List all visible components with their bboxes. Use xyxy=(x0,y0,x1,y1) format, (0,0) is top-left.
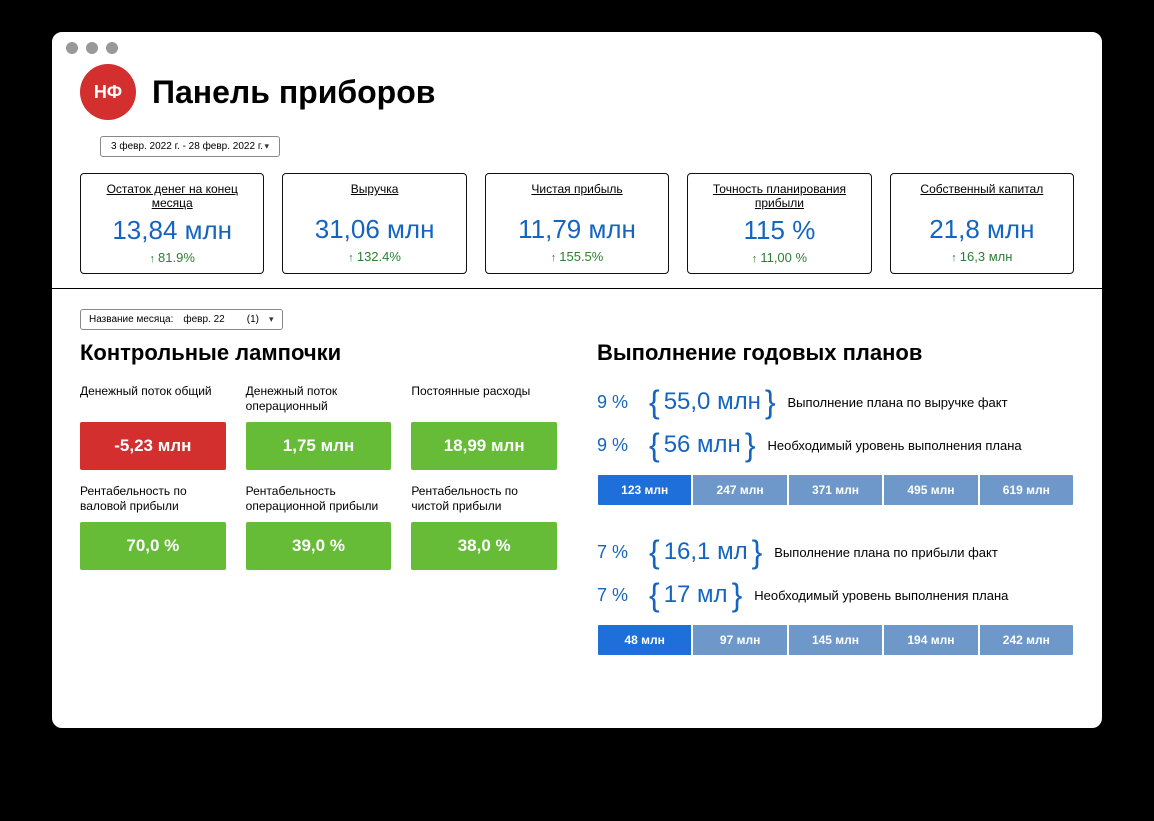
plan-revenue-fact: 9 % 55,0 млн Выполнение плана по выручке… xyxy=(597,384,1074,421)
lamp-value: 18,99 млн xyxy=(411,422,557,470)
kpi-value: 21,8 млн xyxy=(897,214,1067,245)
lamp-label: Постоянные расходы xyxy=(411,384,557,414)
plan-pct: 9 % xyxy=(597,435,637,456)
kpi-delta: 81.9% xyxy=(87,250,257,265)
scale-segment: 242 млн xyxy=(980,625,1073,655)
kpi-delta: 155.5% xyxy=(492,249,662,264)
scale-segment: 247 млн xyxy=(693,475,788,505)
kpi-card[interactable]: Точность планирования прибыли 115 % 11,00 … xyxy=(687,173,871,274)
kpi-card[interactable]: Собственный капитал 21,8 млн 16,3 млн xyxy=(890,173,1074,274)
kpi-label: Остаток денег на конец месяца xyxy=(87,182,257,211)
window-close-icon[interactable] xyxy=(66,42,78,54)
chevron-down-icon: ▾ xyxy=(264,141,269,152)
month-filter-count: (1) xyxy=(247,314,259,325)
plan-profit-need: 7 % 17 мл Необходимый уровень выполнения… xyxy=(597,577,1074,614)
lamps-grid: Денежный поток общий-5,23 млнДенежный по… xyxy=(80,384,557,570)
plan-revenue-need: 9 % 56 млн Необходимый уровень выполнени… xyxy=(597,427,1074,464)
kpi-label: Выручка xyxy=(289,182,459,210)
page-header: НФ Панель приборов xyxy=(80,64,1074,120)
kpi-card[interactable]: Выручка 31,06 млн 132.4% xyxy=(282,173,466,274)
plan-desc: Необходимый уровень выполнения плана xyxy=(768,438,1022,453)
kpi-value: 115 % xyxy=(694,215,864,246)
lamp-label: Денежный поток операционный xyxy=(246,384,392,414)
kpi-label: Собственный капитал xyxy=(897,182,1067,210)
lamps-title: Контрольные лампочки xyxy=(80,340,557,366)
lamp-label: Рентабельность операционной прибыли xyxy=(246,484,392,514)
profit-scale-bar: 48 млн97 млн145 млн194 млн242 млн xyxy=(597,624,1074,656)
scale-segment: 97 млн xyxy=(693,625,788,655)
lamp-item: Рентабельность по валовой прибыли 70,0 % xyxy=(80,484,226,570)
month-filter-label: Название месяца: xyxy=(89,314,173,325)
lamp-item: Денежный поток общий -5,23 млн xyxy=(80,384,226,470)
kpi-delta: 132.4% xyxy=(289,249,459,264)
scale-segment: 371 млн xyxy=(789,475,884,505)
kpi-card[interactable]: Чистая прибыль 11,79 млн 155.5% xyxy=(485,173,669,274)
brand-logo-icon: НФ xyxy=(80,64,136,120)
brand-logo-text: НФ xyxy=(94,82,122,103)
month-filter-value: февр. 22 xyxy=(183,314,224,325)
date-range-label: 3 февр. 2022 г. - 28 февр. 2022 г. xyxy=(111,141,263,152)
plan-desc: Необходимый уровень выполнения плана xyxy=(754,588,1008,603)
lamp-value: 39,0 % xyxy=(246,522,392,570)
date-range-picker[interactable]: 3 февр. 2022 г. - 28 февр. 2022 г. ▾ xyxy=(100,136,280,157)
chevron-down-icon: ▾ xyxy=(269,314,274,325)
kpi-row: Остаток денег на конец месяца 13,84 млн 81… xyxy=(80,173,1074,274)
plan-value: 56 млн xyxy=(649,427,756,464)
scale-segment: 619 млн xyxy=(980,475,1073,505)
kpi-delta: 16,3 млн xyxy=(897,249,1067,264)
month-filter[interactable]: Название месяца: февр. 22 (1) ▾ xyxy=(80,309,283,330)
lamp-value: -5,23 млн xyxy=(80,422,226,470)
window-minimize-icon[interactable] xyxy=(86,42,98,54)
page-title: Панель приборов xyxy=(152,74,435,111)
kpi-value: 13,84 млн xyxy=(87,215,257,246)
lamp-value: 1,75 млн xyxy=(246,422,392,470)
app-window: НФ Панель приборов 3 февр. 2022 г. - 28 … xyxy=(50,30,1104,730)
plans-title: Выполнение годовых планов xyxy=(597,340,1074,366)
plan-value: 17 мл xyxy=(649,577,742,614)
plan-profit-fact: 7 % 16,1 мл Выполнение плана по прибыли … xyxy=(597,534,1074,571)
lamp-value: 38,0 % xyxy=(411,522,557,570)
kpi-value: 31,06 млн xyxy=(289,214,459,245)
revenue-scale-bar: 123 млн247 млн371 млн495 млн619 млн xyxy=(597,474,1074,506)
plan-value: 16,1 мл xyxy=(649,534,762,571)
scale-segment: 495 млн xyxy=(884,475,979,505)
window-maximize-icon[interactable] xyxy=(106,42,118,54)
lamp-label: Денежный поток общий xyxy=(80,384,226,414)
lamp-item: Рентабельность операционной прибыли 39,0 … xyxy=(246,484,392,570)
scale-segment: 48 млн xyxy=(598,625,693,655)
kpi-label: Чистая прибыль xyxy=(492,182,662,210)
kpi-label: Точность планирования прибыли xyxy=(694,182,864,211)
kpi-value: 11,79 млн xyxy=(492,214,662,245)
lamp-item: Рентабельность по чистой прибыли 38,0 % xyxy=(411,484,557,570)
scale-segment: 194 млн xyxy=(884,625,979,655)
plan-desc: Выполнение плана по прибыли факт xyxy=(774,545,998,560)
lamp-label: Рентабельность по чистой прибыли xyxy=(411,484,557,514)
scale-segment: 123 млн xyxy=(598,475,693,505)
plan-value: 55,0 млн xyxy=(649,384,776,421)
plan-pct: 7 % xyxy=(597,542,637,563)
window-titlebar xyxy=(52,32,1102,64)
scale-segment: 145 млн xyxy=(789,625,884,655)
lamp-label: Рентабельность по валовой прибыли xyxy=(80,484,226,514)
kpi-delta: 11,00 % xyxy=(694,250,864,265)
lamp-item: Денежный поток операционный 1,75 млн xyxy=(246,384,392,470)
plan-desc: Выполнение плана по выручке факт xyxy=(788,395,1008,410)
lamp-item: Постоянные расходы 18,99 млн xyxy=(411,384,557,470)
plan-pct: 9 % xyxy=(597,392,637,413)
kpi-card[interactable]: Остаток денег на конец месяца 13,84 млн 81… xyxy=(80,173,264,274)
plan-pct: 7 % xyxy=(597,585,637,606)
lamp-value: 70,0 % xyxy=(80,522,226,570)
divider xyxy=(52,288,1102,289)
